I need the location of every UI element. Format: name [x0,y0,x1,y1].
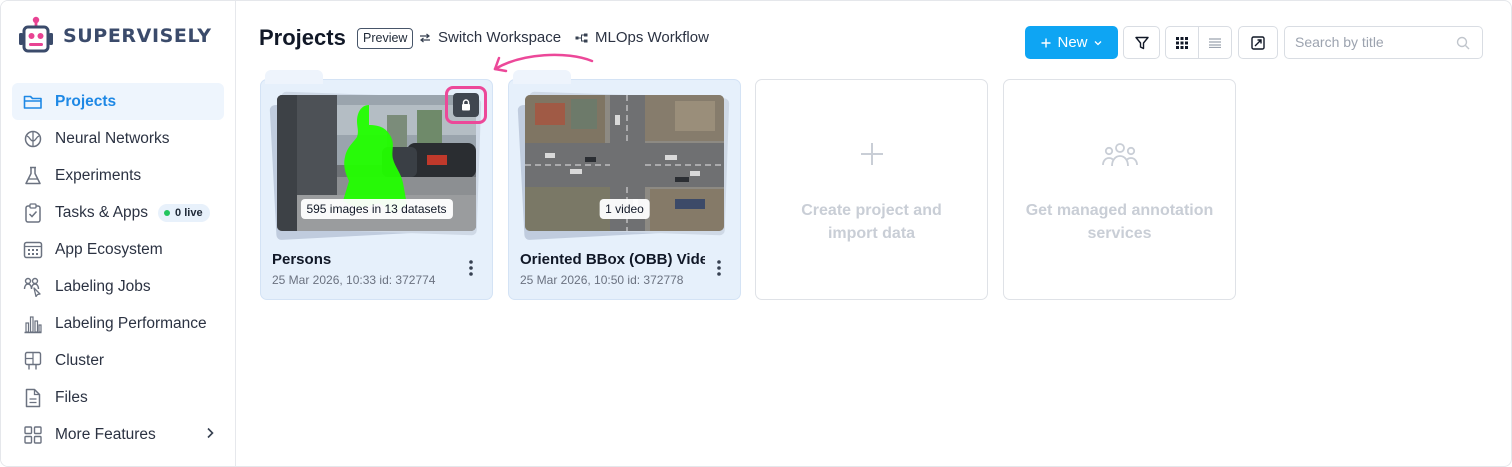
chevron-right-icon [207,427,214,439]
create-project-label: Create project and import data [776,199,967,245]
sidebar-item-label: App Ecosystem [55,240,163,258]
bar-chart-icon [23,314,43,334]
mlops-workflow-link[interactable]: MLOps Workflow [575,29,709,46]
card-folder-tab [513,70,571,84]
file-icon [23,388,43,408]
sidebar-item-projects[interactable]: Projects [12,83,224,120]
sidebar-item-label: Labeling Jobs [55,277,151,295]
workflow-icon [575,33,588,42]
sidebar-item-label: More Features [55,425,156,443]
brand-logo[interactable]: SUPERVISELY [17,16,212,56]
sidebar-item-experiments[interactable]: Experiments [12,157,224,194]
filter-button[interactable] [1123,26,1160,59]
create-project-card[interactable]: Create project and import data [755,79,988,300]
chevron-down-icon [1094,40,1101,45]
robot-logo-icon [19,16,53,53]
sidebar-item-label: Neural Networks [55,129,170,147]
project-card-obb-video[interactable]: 1 video Oriented BBox (OBB) Vide 25 Mar … [508,70,741,300]
sidebar-item-more-features[interactable]: More Features [12,416,224,453]
view-mode-toggle [1165,26,1232,59]
sidebar-item-labeling-jobs[interactable]: Labeling Jobs [12,268,224,305]
grid-view-button[interactable] [1166,27,1198,58]
sidebar-nav: Projects Neural Networks Experiments Tas… [12,83,224,453]
live-tasks-badge: 0 live [158,203,210,222]
preview-tag[interactable]: Preview [357,28,414,49]
project-thumbnail[interactable]: 1 video [525,95,724,231]
live-tasks-count: 0 live [175,206,203,219]
sidebar: SUPERVISELY Projects Neural Networks Exp… [1,1,236,466]
grid-icon [23,425,43,445]
more-vertical-icon[interactable] [713,258,725,278]
project-card-persons[interactable]: 595 images in 13 datasets Persons 25 Mar… [260,70,493,300]
sidebar-item-app-ecosystem[interactable]: App Ecosystem [12,231,224,268]
new-button-label: New [1057,34,1088,51]
expand-button[interactable] [1238,26,1278,59]
sidebar-item-label: Files [55,388,88,406]
clipboard-check-icon [23,202,43,223]
search-input[interactable] [1295,34,1455,50]
project-title[interactable]: Oriented BBox (OBB) Vide [520,251,705,268]
search-icon [1456,36,1470,50]
project-title[interactable]: Persons [272,251,457,268]
switch-workspace-label: Switch Workspace [438,29,562,46]
plus-icon [1041,38,1051,47]
switch-workspace-link[interactable]: Switch Workspace [419,29,561,46]
new-button[interactable]: New [1025,26,1118,59]
sidebar-item-label: Projects [55,92,117,110]
list-view-icon [1208,37,1221,48]
filter-icon [1134,36,1149,49]
list-view-button[interactable] [1199,27,1231,58]
app-grid-icon [23,240,43,260]
managed-annotation-label-line2: services [1087,225,1152,242]
search-box [1284,26,1483,59]
sidebar-item-label: Labeling Performance [55,314,207,332]
flask-icon [23,166,43,186]
create-project-label-line2: import data [827,225,916,242]
app-window: SUPERVISELY Projects Neural Networks Exp… [0,0,1512,467]
sidebar-item-label: Cluster [55,351,105,369]
expand-icon [1251,35,1265,50]
project-meta: 25 Mar 2026, 10:50 id: 372778 [520,273,684,287]
managed-annotation-label: Get managed annotation services [1024,199,1215,245]
video-count-label: 1 video [599,199,650,219]
labeling-jobs-icon [23,277,43,297]
create-project-label-line1: Create project and [801,202,942,219]
sidebar-item-label: Tasks & Apps [55,203,149,221]
sidebar-item-files[interactable]: Files [12,379,224,416]
cluster-icon [23,351,43,371]
live-status-dot [164,209,171,216]
sidebar-item-label: Experiments [55,166,142,184]
lock-highlight-annotation [445,86,487,124]
more-vertical-icon[interactable] [465,258,477,278]
sidebar-item-tasks-apps[interactable]: Tasks & Apps 0 live [12,194,224,231]
sidebar-item-neural-networks[interactable]: Neural Networks [12,120,224,157]
plus-icon [756,142,987,166]
team-icon [1004,142,1235,168]
sidebar-item-labeling-performance[interactable]: Labeling Performance [12,305,224,342]
main-content: Projects Preview Switch Workspace MLOps … [237,1,1511,466]
project-meta: 25 Mar 2026, 10:33 id: 372774 [272,273,436,287]
mlops-workflow-label: MLOps Workflow [595,29,709,46]
page-title: Projects [259,25,346,50]
card-folder-tab [265,70,323,84]
sidebar-item-cluster[interactable]: Cluster [12,342,224,379]
folder-icon [23,92,43,112]
managed-annotation-label-line1: Get managed annotation [1025,202,1214,219]
grid-view-icon [1176,36,1188,49]
dataset-summary-label: 595 images in 13 datasets [300,199,453,219]
managed-annotation-card[interactable]: Get managed annotation services [1003,79,1236,300]
swap-arrows-icon [420,33,430,42]
brand-name: SUPERVISELY [63,25,212,47]
brain-icon [23,129,43,149]
